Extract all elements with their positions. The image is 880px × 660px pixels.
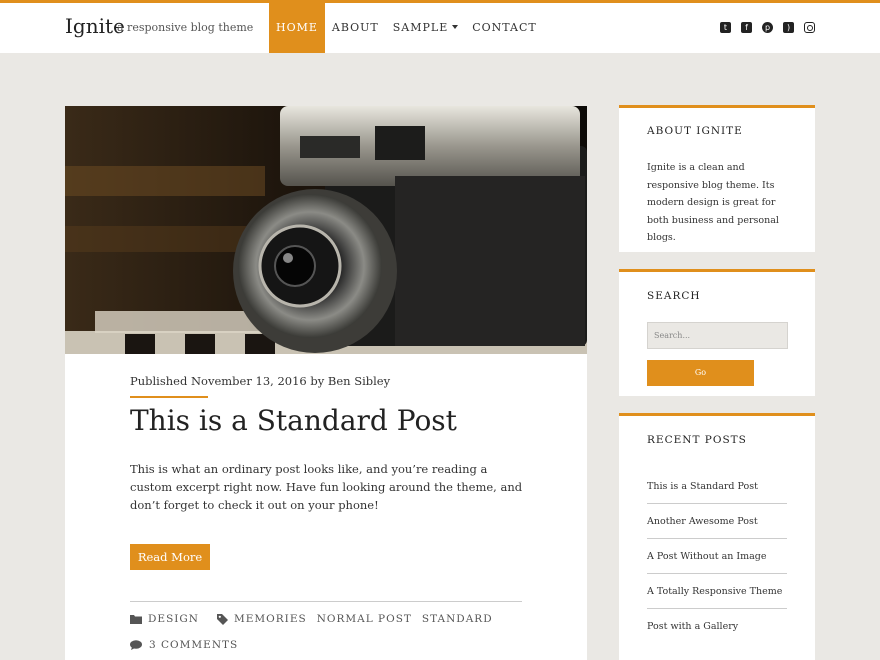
search-input[interactable] bbox=[647, 322, 788, 349]
site-header: Ignite a responsive blog theme HOME ABOU… bbox=[0, 3, 880, 53]
recent-posts-title: RECENT POSTS bbox=[647, 434, 747, 446]
category-link[interactable]: DESIGN bbox=[148, 613, 199, 625]
about-widget-text: Ignite is a clean and responsive blog th… bbox=[647, 162, 779, 243]
featured-image[interactable] bbox=[65, 106, 587, 354]
recent-post-link[interactable]: Post with a Gallery bbox=[647, 609, 787, 644]
search-go-button[interactable]: Go bbox=[647, 360, 754, 386]
tag-icon bbox=[217, 613, 228, 625]
instagram-icon[interactable] bbox=[804, 22, 815, 33]
folder-icon bbox=[130, 615, 142, 624]
nav-label: ABOUT bbox=[331, 21, 379, 34]
recent-post-link[interactable]: Another Awesome Post bbox=[647, 504, 787, 539]
read-more-button[interactable]: Read More bbox=[130, 544, 210, 570]
pinterest-icon[interactable]: p bbox=[762, 22, 773, 33]
nav-label: HOME bbox=[276, 21, 318, 34]
tag-link[interactable]: MEMORIES bbox=[234, 613, 307, 625]
about-widget-title: ABOUT IGNITE bbox=[647, 125, 743, 137]
post-taxonomy: DESIGN MEMORIES NORMAL POST STANDARD bbox=[130, 613, 503, 625]
tag-link[interactable]: STANDARD bbox=[422, 613, 493, 625]
rss-icon[interactable]: ) bbox=[783, 22, 794, 33]
nav-label: CONTACT bbox=[472, 21, 537, 34]
search-widget-title: SEARCH bbox=[647, 290, 701, 302]
comment-icon bbox=[130, 640, 142, 650]
site-tagline: a responsive blog theme bbox=[117, 21, 254, 34]
main-nav: HOME ABOUT SAMPLE CONTACT bbox=[269, 3, 544, 53]
meta-divider bbox=[130, 396, 208, 398]
nav-item-about[interactable]: ABOUT bbox=[325, 3, 386, 53]
nav-item-sample[interactable]: SAMPLE bbox=[386, 3, 465, 53]
recent-post-link[interactable]: This is a Standard Post bbox=[647, 469, 787, 504]
about-widget: ABOUT IGNITE Ignite is a clean and respo… bbox=[619, 105, 815, 252]
facebook-icon[interactable]: f bbox=[741, 22, 752, 33]
recent-posts-widget: RECENT POSTS This is a Standard Post Ano… bbox=[619, 413, 815, 660]
recent-posts-list: This is a Standard Post Another Awesome … bbox=[647, 469, 787, 644]
post-title[interactable]: This is a Standard Post bbox=[130, 404, 457, 437]
post-divider bbox=[130, 601, 522, 602]
comments-count: 3 COMMENTS bbox=[149, 639, 239, 651]
social-icons: t f p ) bbox=[720, 22, 815, 33]
nav-label: SAMPLE bbox=[392, 21, 449, 34]
comments-link[interactable]: 3 COMMENTS bbox=[130, 639, 238, 651]
tag-link[interactable]: NORMAL POST bbox=[317, 613, 412, 625]
recent-post-link[interactable]: A Post Without an Image bbox=[647, 539, 787, 574]
blog-post-card: Published November 13, 2016 by Ben Sible… bbox=[65, 106, 587, 660]
chevron-down-icon bbox=[452, 25, 459, 29]
twitter-icon[interactable]: t bbox=[720, 22, 731, 33]
nav-item-contact[interactable]: CONTACT bbox=[465, 3, 544, 53]
nav-item-home[interactable]: HOME bbox=[269, 3, 325, 53]
post-excerpt: This is what an ordinary post looks like… bbox=[130, 462, 523, 512]
recent-post-link[interactable]: A Totally Responsive Theme bbox=[647, 574, 787, 609]
site-title[interactable]: Ignite bbox=[65, 14, 125, 38]
search-widget: SEARCH Go bbox=[619, 269, 815, 396]
post-meta: Published November 13, 2016 by Ben Sible… bbox=[130, 374, 391, 388]
